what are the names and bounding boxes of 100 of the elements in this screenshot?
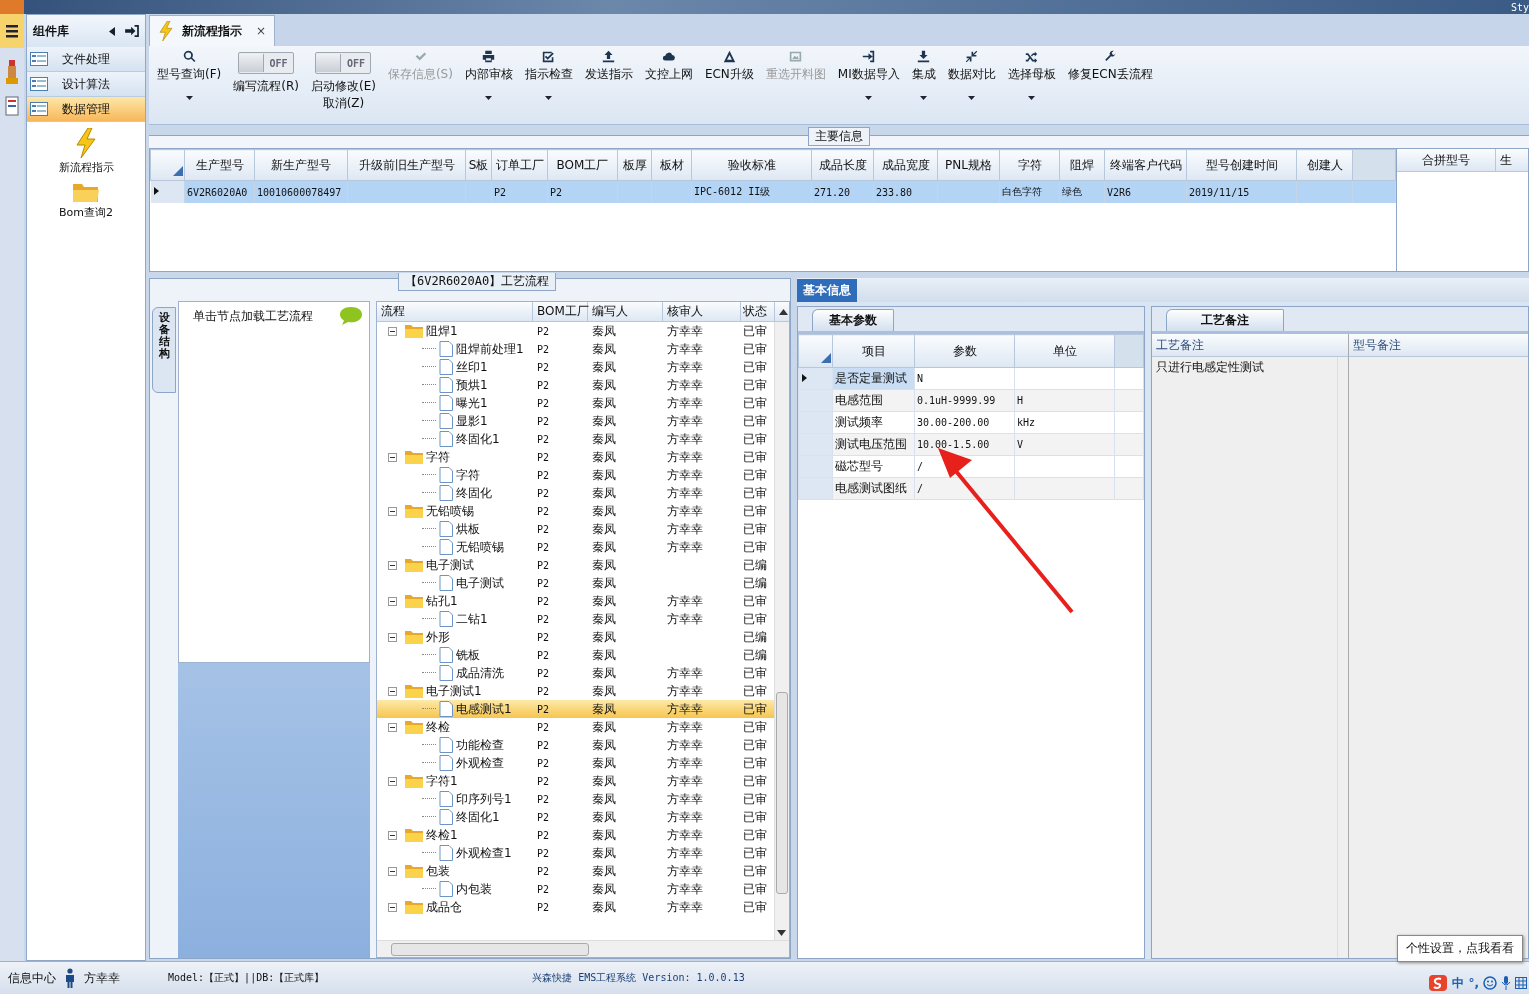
- table-cell-text: 方幸幸: [666, 736, 704, 754]
- table-cell-text: 方幸幸: [666, 358, 704, 376]
- table-cell-text: P2: [536, 703, 551, 715]
- table-cell-text: 方幸幸: [666, 700, 704, 718]
- node-label: 印序列号1: [456, 790, 512, 808]
- table-cell-text: 已编: [742, 646, 768, 664]
- table-cell-text: 秦凤: [591, 682, 617, 700]
- node-label: 无铅喷锡: [426, 502, 474, 520]
- node-label: 丝印1: [456, 358, 488, 376]
- table-cell-text: P2: [536, 595, 551, 607]
- table-cell-text: 秦凤: [591, 358, 617, 376]
- table-cell-text: 秦凤: [591, 736, 617, 754]
- table-cell-text: 已审: [742, 736, 768, 754]
- table-cell-text: P2: [536, 757, 551, 769]
- table-cell-text: 秦凤: [591, 646, 617, 664]
- sidebar-title: 组件库: [33, 22, 70, 40]
- table-cell-text: 已审: [742, 898, 768, 916]
- table-cell-text: 秦凤: [591, 340, 617, 358]
- status-text: Model:【正式】||DB:【正式库】: [168, 971, 325, 985]
- table-cell-text: 方幸幸: [666, 772, 704, 790]
- table-cell-text: 方幸幸: [666, 502, 704, 520]
- table-cell-text: 已编: [742, 628, 768, 646]
- table-cell-text: 秦凤: [591, 898, 617, 916]
- node-label: 预烘1: [456, 376, 488, 394]
- node-label: 曝光1: [456, 394, 488, 412]
- table-cell-text: 秦凤: [591, 484, 617, 502]
- table-cell-text: P2: [536, 361, 551, 373]
- table-cell-text: 方幸幸: [666, 448, 704, 466]
- table-cell-text: 秦凤: [591, 844, 617, 862]
- node-label: 成品仓: [426, 898, 462, 916]
- table-cell-text: 已编: [742, 556, 768, 574]
- node-label: 字符: [456, 466, 480, 484]
- toggle-label: 编写流程(R): [233, 78, 299, 95]
- table-cell-text: 秦凤: [591, 430, 617, 448]
- user-name: 方幸幸: [84, 969, 120, 987]
- table-cell-text: 已审: [742, 358, 768, 376]
- table-cell-text: P2: [536, 523, 551, 535]
- title-text: Sty: [1510, 1, 1529, 13]
- table-cell-text: 已审: [742, 880, 768, 898]
- node-label: 铣板: [456, 646, 480, 664]
- table-cell-text: 已审: [742, 466, 768, 484]
- table-cell-text: 秦凤: [591, 754, 617, 772]
- table-cell-text: 已审: [742, 502, 768, 520]
- table-cell: kHz: [1014, 411, 1115, 434]
- table-cell-text: 方幸幸: [666, 808, 704, 826]
- table-cell-text: P2: [536, 793, 551, 805]
- table-cell-text: P2: [536, 685, 551, 697]
- table-cell-text: 方幸幸: [666, 826, 704, 844]
- table-cell-text: 方幸幸: [666, 538, 704, 556]
- table-cell-text: 秦凤: [591, 574, 617, 592]
- table-cell-text: 已审: [742, 682, 768, 700]
- table-cell-text: 已审: [742, 808, 768, 826]
- table-cell-text: 秦凤: [591, 412, 617, 430]
- table-cell-text: 秦凤: [591, 772, 617, 790]
- table-cell-text: 秦凤: [591, 466, 617, 484]
- column-header: 型号备注: [1349, 334, 1528, 357]
- table-cell-text: 方幸幸: [666, 322, 704, 340]
- table-cell-text: 秦凤: [591, 520, 617, 538]
- table-cell-text: P2: [536, 631, 551, 643]
- table-cell-text: P2: [536, 559, 551, 571]
- table-cell-text: 秦凤: [591, 808, 617, 826]
- table-cell-text: P2: [536, 415, 551, 427]
- table-cell-text: P2: [536, 505, 551, 517]
- table-cell-text: 秦凤: [591, 880, 617, 898]
- table-cell-text: 已审: [742, 700, 768, 718]
- table-cell-text: 秦凤: [591, 448, 617, 466]
- table-cell-text: 方幸幸: [666, 718, 704, 736]
- status-text: 兴森快捷 EMS工程系统 Version: 1.0.0.13: [532, 971, 745, 985]
- table-cell-text: 已审: [742, 376, 768, 394]
- node-label: 终固化1: [456, 808, 500, 826]
- node-label: 电子测试1: [426, 682, 482, 700]
- table-cell-text: 方幸幸: [666, 610, 704, 628]
- table-cell-text: 秦凤: [591, 502, 617, 520]
- table-cell-text: 秦凤: [591, 700, 617, 718]
- node-label: 终固化: [456, 484, 492, 502]
- table-cell-text: 已审: [742, 826, 768, 844]
- node-label: 外形: [426, 628, 450, 646]
- table-cell-text: P2: [536, 739, 551, 751]
- table-cell-text: P2: [536, 883, 551, 895]
- table-cell: 测试频率: [832, 411, 915, 434]
- table-cell-text: 秦凤: [591, 394, 617, 412]
- table-cell-text: P2: [536, 649, 551, 661]
- node-label: 阻焊前处理1: [456, 340, 524, 358]
- table-cell-text: 已审: [742, 592, 768, 610]
- table-cell-text: 已审: [742, 448, 768, 466]
- table-cell-text: 已审: [742, 790, 768, 808]
- table-cell: 30.00-200.00: [914, 411, 1015, 434]
- table-cell-text: 方幸幸: [666, 844, 704, 862]
- table-cell-text: 已审: [742, 322, 768, 340]
- node-label: 钻孔1: [426, 592, 458, 610]
- table-cell-text: 秦凤: [591, 538, 617, 556]
- table-cell-text: 已审: [742, 520, 768, 538]
- node-label: 显影1: [456, 412, 488, 430]
- table-cell: 磁芯型号: [832, 455, 915, 478]
- node-label: 功能检查: [456, 736, 504, 754]
- table-cell-text: 秦凤: [591, 862, 617, 880]
- table-cell-text: 方幸幸: [666, 412, 704, 430]
- table-cell-text: 方幸幸: [666, 880, 704, 898]
- table-cell-text: 已审: [742, 718, 768, 736]
- table-cell-text: P2: [536, 721, 551, 733]
